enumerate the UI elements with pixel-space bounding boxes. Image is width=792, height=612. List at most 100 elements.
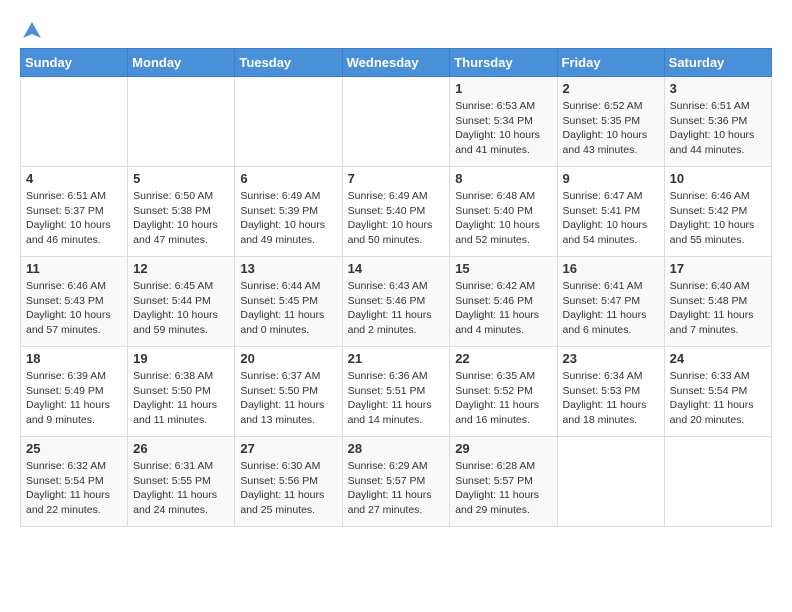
calendar-cell: 25Sunrise: 6:32 AM Sunset: 5:54 PM Dayli…: [21, 437, 128, 527]
calendar-header-thursday: Thursday: [450, 49, 557, 77]
calendar-cell: 21 Sunrise: 6:36 AM Sunset: 5:51 PM Dayli…: [342, 347, 450, 437]
calendar-week-row: 4 Sunrise: 6:51 AM Sunset: 5:37 PM Daylig…: [21, 167, 772, 257]
day-number: 28: [348, 441, 445, 456]
day-number: 20: [240, 351, 336, 366]
calendar-week-row: 1 Sunrise: 6:53 AM Sunset: 5:34 PM Daylig…: [21, 77, 772, 167]
day-number: 24: [670, 351, 766, 366]
day-info: Sunrise: 6:53 AM Sunset: 5:34 PM Dayligh…: [455, 99, 551, 158]
calendar-cell: 18 Sunrise: 6:39 AM Sunset: 5:49 PM Dayli…: [21, 347, 128, 437]
calendar-cell: 10 Sunrise: 6:46 AM Sunset: 5:42 PM Dayli…: [664, 167, 771, 257]
day-info: Sunrise: 6:43 AM Sunset: 5:46 PM Dayligh…: [348, 279, 445, 338]
calendar-cell: 15 Sunrise: 6:42 AM Sunset: 5:46 PM Dayli…: [450, 257, 557, 347]
day-number: 16: [563, 261, 659, 276]
day-info: Sunrise: 6:33 AM Sunset: 5:54 PM Dayligh…: [670, 369, 766, 428]
day-number: 4: [26, 171, 122, 186]
day-info: Sunrise: 6:34 AM Sunset: 5:53 PM Dayligh…: [563, 369, 659, 428]
day-info: Sunrise: 6:37 AM Sunset: 5:50 PM Dayligh…: [240, 369, 336, 428]
day-info: Sunrise: 6:50 AM Sunset: 5:38 PM Dayligh…: [133, 189, 229, 248]
day-info: Sunrise: 6:39 AM Sunset: 5:49 PM Dayligh…: [26, 369, 122, 428]
day-info: Sunrise: 6:49 AM Sunset: 5:40 PM Dayligh…: [348, 189, 445, 248]
calendar-cell: 24 Sunrise: 6:33 AM Sunset: 5:54 PM Dayli…: [664, 347, 771, 437]
day-info: Sunrise: 6:31 AM Sunset: 5:55 PM Dayligh…: [133, 459, 229, 518]
calendar-cell: 1 Sunrise: 6:53 AM Sunset: 5:34 PM Daylig…: [450, 77, 557, 167]
logo-icon: [21, 20, 43, 42]
calendar-cell: 12 Sunrise: 6:45 AM Sunset: 5:44 PM Dayli…: [128, 257, 235, 347]
day-info: Sunrise: 6:35 AM Sunset: 5:52 PM Dayligh…: [455, 369, 551, 428]
calendar-cell: 3 Sunrise: 6:51 AM Sunset: 5:36 PM Daylig…: [664, 77, 771, 167]
calendar-cell: 19 Sunrise: 6:38 AM Sunset: 5:50 PM Dayli…: [128, 347, 235, 437]
calendar-cell: 14 Sunrise: 6:43 AM Sunset: 5:46 PM Dayli…: [342, 257, 450, 347]
calendar-header-sunday: Sunday: [21, 49, 128, 77]
day-info: Sunrise: 6:48 AM Sunset: 5:40 PM Dayligh…: [455, 189, 551, 248]
calendar-cell: 26 Sunrise: 6:31 AM Sunset: 5:55 PM Dayli…: [128, 437, 235, 527]
day-info: Sunrise: 6:30 AM Sunset: 5:56 PM Dayligh…: [240, 459, 336, 518]
day-number: 19: [133, 351, 229, 366]
calendar-cell: 20 Sunrise: 6:37 AM Sunset: 5:50 PM Dayli…: [235, 347, 342, 437]
day-number: 13: [240, 261, 336, 276]
day-info: Sunrise: 6:51 AM Sunset: 5:36 PM Dayligh…: [670, 99, 766, 158]
day-info: Sunrise: 6:45 AM Sunset: 5:44 PM Dayligh…: [133, 279, 229, 338]
calendar-cell: 8 Sunrise: 6:48 AM Sunset: 5:40 PM Daylig…: [450, 167, 557, 257]
calendar-cell: [128, 77, 235, 167]
calendar-cell: 9 Sunrise: 6:47 AM Sunset: 5:41 PM Daylig…: [557, 167, 664, 257]
calendar-cell: [342, 77, 450, 167]
calendar-cell: 27Sunrise: 6:30 AM Sunset: 5:56 PM Dayli…: [235, 437, 342, 527]
calendar-week-row: 18 Sunrise: 6:39 AM Sunset: 5:49 PM Dayli…: [21, 347, 772, 437]
calendar-cell: 5 Sunrise: 6:50 AM Sunset: 5:38 PM Daylig…: [128, 167, 235, 257]
calendar-cell: [664, 437, 771, 527]
day-info: Sunrise: 6:32 AM Sunset: 5:54 PM Dayligh…: [26, 459, 122, 518]
calendar-cell: 11Sunrise: 6:46 AM Sunset: 5:43 PM Dayli…: [21, 257, 128, 347]
day-number: 15: [455, 261, 551, 276]
day-info: Sunrise: 6:42 AM Sunset: 5:46 PM Dayligh…: [455, 279, 551, 338]
page-header: [20, 20, 772, 38]
day-info: Sunrise: 6:38 AM Sunset: 5:50 PM Dayligh…: [133, 369, 229, 428]
day-number: 2: [563, 81, 659, 96]
day-number: 7: [348, 171, 445, 186]
calendar-table: SundayMondayTuesdayWednesdayThursdayFrid…: [20, 48, 772, 527]
day-number: 17: [670, 261, 766, 276]
day-number: 21: [348, 351, 445, 366]
calendar-cell: 6Sunrise: 6:49 AM Sunset: 5:39 PM Daylig…: [235, 167, 342, 257]
day-number: 11: [26, 261, 122, 276]
day-info: Sunrise: 6:40 AM Sunset: 5:48 PM Dayligh…: [670, 279, 766, 338]
day-number: 5: [133, 171, 229, 186]
day-info: Sunrise: 6:29 AM Sunset: 5:57 PM Dayligh…: [348, 459, 445, 518]
calendar-cell: 4 Sunrise: 6:51 AM Sunset: 5:37 PM Daylig…: [21, 167, 128, 257]
calendar-cell: 22 Sunrise: 6:35 AM Sunset: 5:52 PM Dayli…: [450, 347, 557, 437]
calendar-header-wednesday: Wednesday: [342, 49, 450, 77]
calendar-cell: 7 Sunrise: 6:49 AM Sunset: 5:40 PM Daylig…: [342, 167, 450, 257]
calendar-cell: 2 Sunrise: 6:52 AM Sunset: 5:35 PM Daylig…: [557, 77, 664, 167]
day-info: Sunrise: 6:51 AM Sunset: 5:37 PM Dayligh…: [26, 189, 122, 248]
calendar-cell: 28 Sunrise: 6:29 AM Sunset: 5:57 PM Dayli…: [342, 437, 450, 527]
day-info: Sunrise: 6:46 AM Sunset: 5:42 PM Dayligh…: [670, 189, 766, 248]
day-number: 8: [455, 171, 551, 186]
day-number: 26: [133, 441, 229, 456]
day-number: 9: [563, 171, 659, 186]
calendar-header-saturday: Saturday: [664, 49, 771, 77]
calendar-cell: 23Sunrise: 6:34 AM Sunset: 5:53 PM Dayli…: [557, 347, 664, 437]
day-number: 18: [26, 351, 122, 366]
day-info: Sunrise: 6:41 AM Sunset: 5:47 PM Dayligh…: [563, 279, 659, 338]
day-number: 12: [133, 261, 229, 276]
calendar-week-row: 11Sunrise: 6:46 AM Sunset: 5:43 PM Dayli…: [21, 257, 772, 347]
calendar-cell: 29 Sunrise: 6:28 AM Sunset: 5:57 PM Dayli…: [450, 437, 557, 527]
day-number: 22: [455, 351, 551, 366]
calendar-week-row: 25Sunrise: 6:32 AM Sunset: 5:54 PM Dayli…: [21, 437, 772, 527]
calendar-header-tuesday: Tuesday: [235, 49, 342, 77]
logo: [20, 20, 44, 38]
day-info: Sunrise: 6:52 AM Sunset: 5:35 PM Dayligh…: [563, 99, 659, 158]
day-info: Sunrise: 6:47 AM Sunset: 5:41 PM Dayligh…: [563, 189, 659, 248]
calendar-cell: [235, 77, 342, 167]
day-number: 10: [670, 171, 766, 186]
day-number: 29: [455, 441, 551, 456]
calendar-cell: [21, 77, 128, 167]
day-info: Sunrise: 6:44 AM Sunset: 5:45 PM Dayligh…: [240, 279, 336, 338]
day-number: 1: [455, 81, 551, 96]
day-number: 14: [348, 261, 445, 276]
day-info: Sunrise: 6:28 AM Sunset: 5:57 PM Dayligh…: [455, 459, 551, 518]
day-info: Sunrise: 6:49 AM Sunset: 5:39 PM Dayligh…: [240, 189, 336, 248]
day-number: 3: [670, 81, 766, 96]
calendar-cell: 13 Sunrise: 6:44 AM Sunset: 5:45 PM Dayli…: [235, 257, 342, 347]
calendar-header-row: SundayMondayTuesdayWednesdayThursdayFrid…: [21, 49, 772, 77]
day-info: Sunrise: 6:36 AM Sunset: 5:51 PM Dayligh…: [348, 369, 445, 428]
